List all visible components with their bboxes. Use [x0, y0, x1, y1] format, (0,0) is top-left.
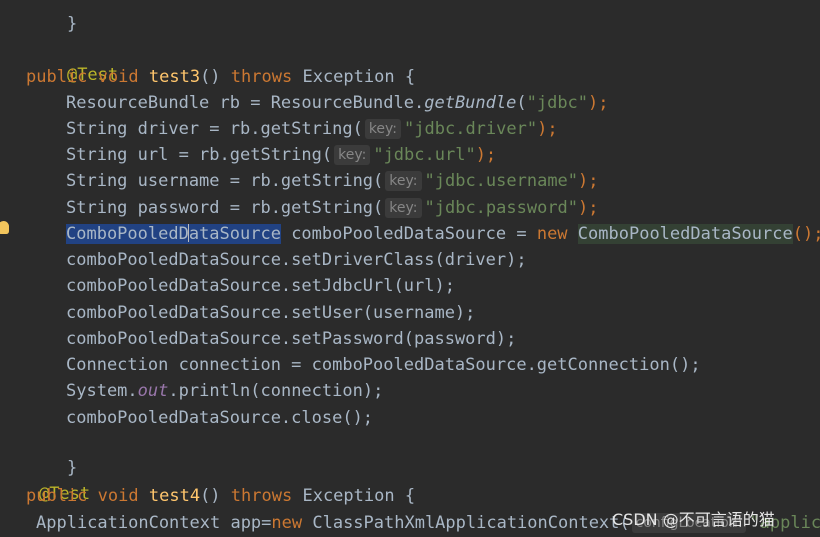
code-line: comboPooledDataSource.setPassword(passwo…	[66, 327, 516, 351]
parens: ()	[200, 486, 221, 506]
code-editor[interactable]: } @Test public void test3() throws Excep…	[0, 0, 820, 537]
code-text: ComboPooledD	[66, 224, 189, 244]
code-text: );	[588, 93, 609, 113]
code-text: comboPooledDataSource.setJdbcUrl(url);	[66, 276, 455, 296]
method-signature-test3: public void test3() throws Exception {	[26, 65, 415, 89]
code-text: comboPooledDataSource.close();	[66, 408, 374, 428]
code-text: String driver = rb.getString(	[66, 119, 363, 139]
keyword: throws	[230, 486, 293, 506]
code-line-selected: ComboPooledDataSource comboPooledDataSou…	[66, 222, 820, 246]
parameter-hint: key:	[385, 198, 422, 218]
code-line: comboPooledDataSource.setDriverClass(dri…	[66, 248, 527, 272]
keyword: public	[26, 67, 88, 87]
code-line: comboPooledDataSource.setJdbcUrl(url);	[66, 274, 455, 298]
intention-bulb-icon[interactable]	[0, 221, 9, 234]
closing-brace: }	[66, 14, 78, 34]
code-text: comboPooledDataSource =	[280, 224, 537, 244]
code-line: @Test	[26, 39, 118, 85]
code-text: String password = rb.getString(	[66, 198, 384, 218]
string-literal: "jdbc.driver"	[404, 119, 538, 139]
code-line: String driver = rb.getString(key: "jdbc.d…	[66, 117, 558, 141]
code-text: System.	[66, 381, 138, 401]
parameter-hint: key:	[364, 119, 402, 139]
code-text: );	[537, 119, 558, 139]
code-text: String username = rb.getString(	[66, 171, 384, 191]
string-literal: "jdbc.password"	[424, 198, 579, 218]
string-literal: "jdbc"	[526, 93, 589, 113]
method-signature-test4: public void test4() throws Exception {	[26, 484, 415, 508]
method-name: test3	[148, 67, 201, 87]
code-text: ClassPathXmlApplicationContext(	[302, 513, 630, 533]
parameter-hint: key:	[334, 145, 371, 165]
code-line: System.out.println(connection);	[66, 379, 383, 403]
keyword: public	[26, 486, 88, 506]
keyword: new	[536, 224, 568, 244]
code-line: @Test	[0, 458, 90, 504]
parens: ()	[200, 67, 221, 87]
keyword: void	[97, 486, 139, 506]
code-text: ();	[792, 224, 820, 244]
code-text: );	[578, 171, 599, 191]
string-literal: "jdbc.url"	[373, 145, 476, 165]
code-line: comboPooledDataSource.setUser(username);	[66, 301, 475, 325]
code-text: ResourceBundle rb = ResourceBundle.	[66, 93, 425, 113]
string-literal: "jdbc.username"	[424, 171, 579, 191]
selected-text[interactable]: ComboPooledDataSource	[66, 224, 281, 244]
csdn-watermark: CSDN @不可言语的猫	[612, 510, 775, 529]
keyword: throws	[230, 67, 293, 87]
code-line: String password = rb.getString(key: "jdbc…	[66, 196, 599, 220]
code-text: .println(connection);	[168, 381, 384, 401]
code-text: ApplicationContext app=	[36, 513, 272, 533]
code-line: Connection connection = comboPooledDataS…	[66, 353, 701, 377]
exception-type: Exception {	[302, 67, 416, 87]
static-method: getBundle	[424, 93, 517, 113]
code-text: );	[475, 145, 497, 165]
code-text: );	[578, 198, 599, 218]
code-line: }	[26, 0, 77, 34]
code-line: }	[26, 432, 77, 478]
parameter-hint: key:	[385, 171, 422, 191]
method-name: test4	[148, 486, 201, 506]
code-text: comboPooledDataSource.setPassword(passwo…	[66, 329, 517, 349]
code-text: ataSource	[188, 224, 281, 244]
code-text: comboPooledDataSource.setUser(username);	[66, 303, 476, 323]
code-text: (	[516, 93, 527, 113]
exception-type: Exception {	[302, 486, 416, 506]
code-line: comboPooledDataSource.close();	[66, 406, 373, 430]
static-field: out	[137, 381, 169, 401]
highlighted-class-name: ComboPooledDataSource	[577, 224, 793, 244]
code-line: String url = rb.getString(key: "jdbc.url"…	[66, 143, 496, 167]
keyword: new	[271, 513, 303, 533]
code-text: String url = rb.getString(	[66, 145, 333, 165]
code-line: String username = rb.getString(key: "jdbc…	[66, 169, 599, 193]
keyword: void	[97, 67, 139, 87]
code-text: Connection connection = comboPooledDataS…	[66, 355, 701, 375]
code-text: comboPooledDataSource.setDriverClass(dri…	[66, 250, 527, 270]
code-line: ResourceBundle rb = ResourceBundle.getBu…	[66, 91, 609, 115]
